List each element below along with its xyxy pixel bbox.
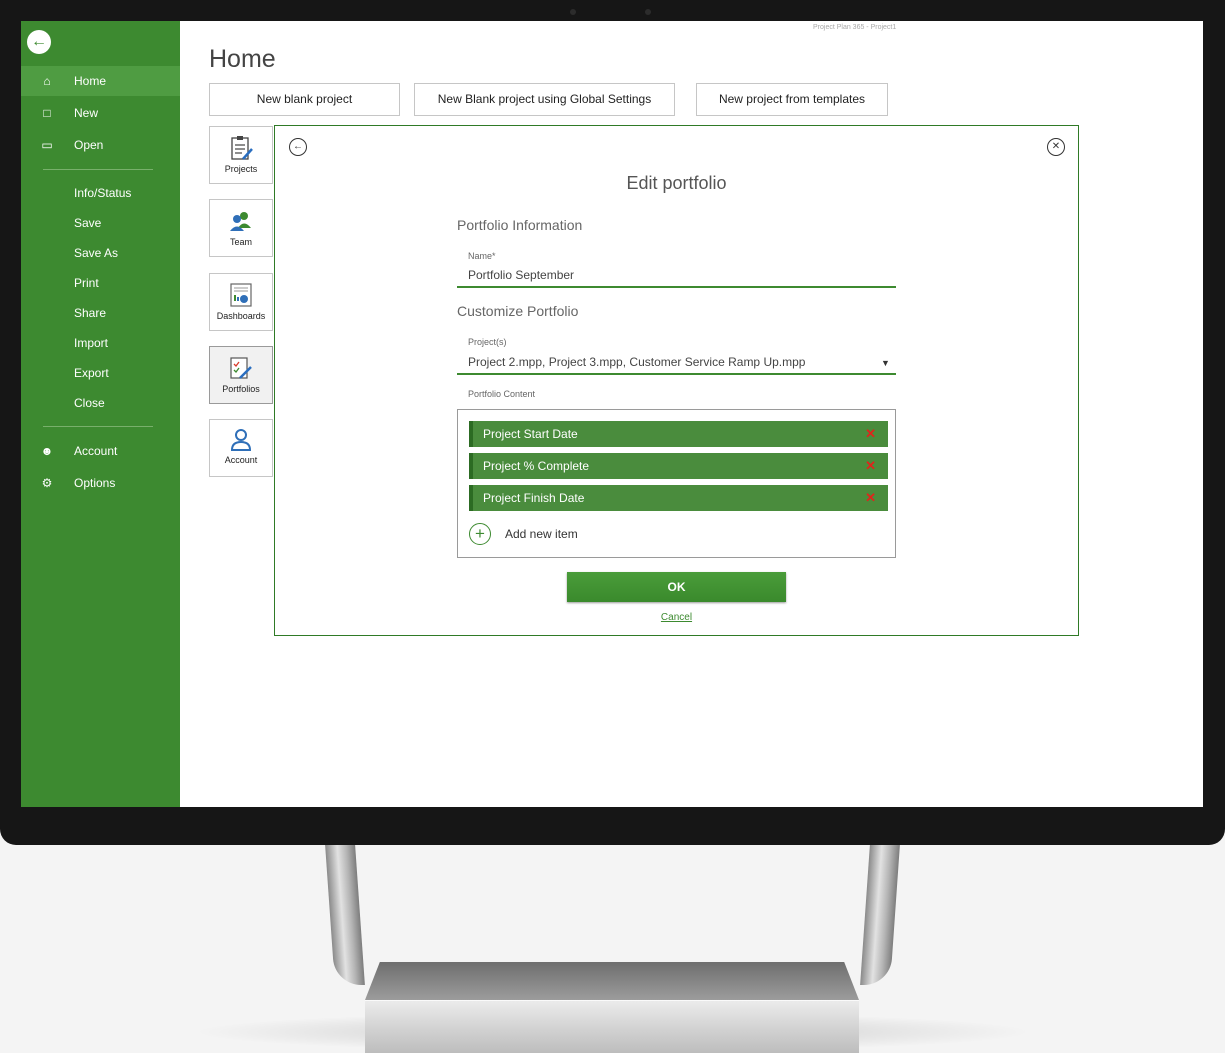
person-icon: ☻ [40, 444, 54, 458]
sidebar-divider [43, 426, 153, 427]
tile-label: Portfolios [222, 384, 260, 394]
portfolio-checklist-icon [230, 357, 252, 379]
folder-icon: ▭ [41, 138, 53, 152]
tile-label: Team [229, 237, 252, 247]
new-project-from-templates-button[interactable]: New project from templates [696, 83, 888, 116]
edit-portfolio-dialog: ← ✕ Edit portfolio Portfolio Information… [274, 125, 1079, 636]
sidebar-item-label: Open [74, 138, 104, 152]
back-arrow-icon[interactable]: ← [289, 138, 307, 156]
gear-icon: ⚙ [41, 476, 53, 490]
dialog-title: Edit portfolio [626, 173, 727, 193]
tile-dashboards[interactable]: Dashboards [209, 273, 273, 331]
tile-account[interactable]: Account [209, 419, 273, 477]
name-field-label: Name* [468, 251, 496, 261]
stand-arm-right [860, 845, 900, 985]
sidebar-item-label: New [74, 106, 99, 120]
sidebar-item-open[interactable]: ▭ Open [21, 130, 180, 160]
clipboard-icon [231, 136, 253, 160]
app-screen: ← ⌂ Home □ New ▭ Open Info/Status Save S… [21, 21, 1203, 807]
close-icon[interactable]: ✕ [1047, 138, 1065, 156]
dashboard-icon [230, 283, 252, 307]
remove-icon[interactable]: ✕ [865, 421, 876, 447]
name-field[interactable]: Portfolio September [468, 268, 574, 282]
plus-circle-icon: + [469, 523, 491, 545]
sidebar-item-label: Home [74, 74, 107, 88]
sidebar-item-label: Account [74, 444, 118, 458]
customize-portfolio-heading: Customize Portfolio [457, 303, 579, 319]
content-item[interactable]: Project Finish Date ✕ [469, 485, 888, 511]
camera-dot [570, 9, 576, 15]
tile-label: Account [224, 455, 258, 465]
remove-icon[interactable]: ✕ [865, 485, 876, 511]
sidebar-item-options[interactable]: ⚙ Options [21, 468, 180, 498]
ok-button[interactable]: OK [567, 572, 786, 602]
add-new-item-label: Add new item [505, 527, 578, 541]
stand-arm-left [325, 845, 365, 985]
chevron-down-icon[interactable]: ▼ [881, 358, 890, 368]
sidebar-item-save-as[interactable]: Save As [74, 238, 118, 268]
back-arrow-icon[interactable]: ← [27, 30, 51, 54]
tile-label: Dashboards [216, 311, 266, 321]
projects-dropdown[interactable]: Project 2.mpp, Project 3.mpp, Customer S… [468, 355, 805, 369]
sidebar-item-save[interactable]: Save [74, 208, 101, 238]
team-icon [230, 212, 251, 231]
content-item-label: Project Finish Date [483, 491, 585, 505]
tile-projects[interactable]: Projects [209, 126, 273, 184]
sidebar-item-new[interactable]: □ New [21, 98, 180, 128]
tile-portfolios[interactable]: Portfolios [209, 346, 273, 404]
content-item-label: Project Start Date [483, 427, 578, 441]
sidebar-item-label: Options [74, 476, 116, 490]
sidebar-item-info-status[interactable]: Info/Status [74, 178, 131, 208]
content-item[interactable]: Project % Complete ✕ [469, 453, 888, 479]
content-item[interactable]: Project Start Date ✕ [469, 421, 888, 447]
sidebar-item-import[interactable]: Import [74, 328, 108, 358]
content-item-label: Project % Complete [483, 459, 590, 473]
sidebar-item-share[interactable]: Share [74, 298, 106, 328]
tile-team[interactable]: Team [209, 199, 273, 257]
projects-field-underline [457, 373, 896, 375]
sidebar-item-close[interactable]: Close [74, 388, 105, 418]
sensor-dot [645, 9, 651, 15]
sidebar-item-export[interactable]: Export [74, 358, 109, 388]
tile-label: Projects [224, 164, 258, 174]
portfolio-content-list: Project Start Date ✕ Project % Complete … [457, 409, 896, 558]
document-icon: □ [43, 106, 51, 120]
remove-icon[interactable]: ✕ [865, 453, 876, 479]
portfolio-information-heading: Portfolio Information [457, 217, 583, 233]
new-blank-project-button[interactable]: New blank project [209, 83, 400, 116]
stand-base-front [365, 1000, 859, 1053]
sidebar-item-print[interactable]: Print [74, 268, 99, 298]
cancel-link[interactable]: Cancel [275, 612, 1078, 623]
projects-field-label: Project(s) [468, 337, 507, 347]
monitor-bezel: ← ⌂ Home □ New ▭ Open Info/Status Save S… [0, 0, 1225, 845]
portfolio-content-label: Portfolio Content [468, 389, 536, 399]
stand-base-top [365, 962, 859, 1000]
page-title: Home [209, 45, 276, 73]
home-icon: ⌂ [43, 74, 51, 88]
sidebar-divider [43, 169, 153, 170]
person-icon [230, 429, 252, 451]
name-field-underline [457, 286, 896, 288]
backstage-sidebar: ← ⌂ Home □ New ▭ Open Info/Status Save S… [21, 21, 180, 807]
window-caption: Project Plan 365 - Project1 [813, 24, 897, 31]
sidebar-item-home[interactable]: ⌂ Home [21, 66, 180, 96]
sidebar-item-account[interactable]: ☻ Account [21, 436, 180, 466]
new-blank-project-global-settings-button[interactable]: New Blank project using Global Settings [414, 83, 675, 116]
